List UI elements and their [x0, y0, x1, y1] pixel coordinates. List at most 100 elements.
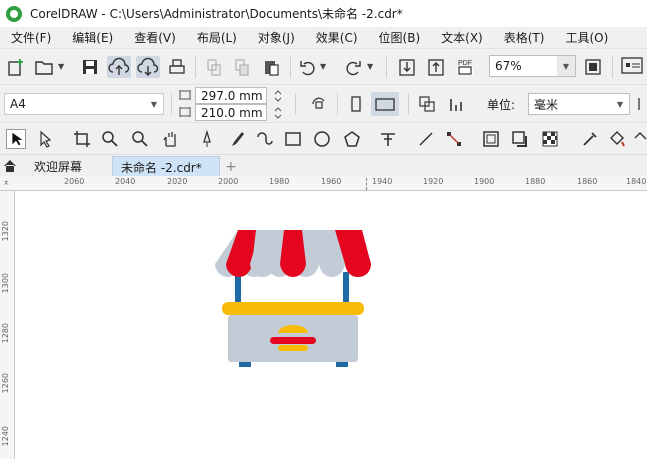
- menu-file[interactable]: 文件(F): [0, 29, 61, 46]
- units-select[interactable]: 毫米 ▼: [528, 93, 630, 115]
- menu-bitmaps[interactable]: 位图(B): [368, 29, 431, 46]
- paste-icon[interactable]: [261, 57, 281, 77]
- add-tab-button[interactable]: +: [222, 156, 242, 177]
- pdf-label: PDF: [458, 60, 472, 67]
- nudge-icon[interactable]: [637, 94, 647, 114]
- new-doc-icon[interactable]: [6, 57, 26, 77]
- cloud-download-icon[interactable]: [136, 56, 160, 78]
- food-stall-illustration[interactable]: [16, 192, 647, 459]
- portrait-icon[interactable]: [346, 94, 366, 114]
- zoom-level-value: 67%: [495, 59, 522, 73]
- menu-layout[interactable]: 布局(L): [186, 29, 247, 46]
- width-spinner-icon[interactable]: [268, 88, 290, 103]
- awning: [215, 230, 371, 277]
- ruler-h-label: 1900: [474, 177, 495, 186]
- tab-document[interactable]: 未命名 -2.cdr*: [112, 156, 220, 177]
- artistic-media-icon[interactable]: [226, 129, 246, 149]
- left-leg: [239, 362, 251, 367]
- ruler-h-label: 1920: [423, 177, 444, 186]
- property-bar: A4 ▼ 297.0 mm 210.0 mm 单位: 毫米 ▼: [0, 84, 647, 122]
- menu-table[interactable]: 表格(T): [493, 29, 555, 46]
- pan-tool-icon[interactable]: [160, 129, 180, 149]
- chevron-down-icon[interactable]: ▼: [145, 94, 163, 114]
- toolbox: [0, 122, 647, 154]
- tab-document-label: 未命名 -2.cdr*: [121, 160, 202, 175]
- page-size-select[interactable]: A4 ▼: [4, 93, 164, 115]
- ruler-h-label: 1860: [577, 177, 598, 186]
- undo-icon[interactable]: [298, 57, 318, 77]
- zoom-tool-icon[interactable]: [100, 129, 120, 149]
- spiral-tool-icon[interactable]: [254, 129, 274, 149]
- ruler-v-label: 1320: [1, 221, 10, 242]
- ruler-h-label: 1980: [269, 177, 290, 186]
- transparency-tool-icon[interactable]: [510, 129, 530, 149]
- checker-pattern-icon[interactable]: [540, 129, 560, 149]
- counter-top: [222, 302, 364, 315]
- eyedropper-tool-icon[interactable]: [580, 129, 600, 149]
- zoom-level-select[interactable]: 67% ▼: [489, 55, 576, 77]
- zoom-fit-icon[interactable]: [583, 57, 603, 77]
- coreldraw-logo-icon: [6, 5, 22, 22]
- rectangle-tool-icon[interactable]: [283, 129, 303, 149]
- open-icon[interactable]: [34, 57, 54, 77]
- ruler-unit: ㅊ: [3, 179, 10, 187]
- save-icon[interactable]: [80, 57, 100, 77]
- height-spinner-icon[interactable]: [268, 105, 290, 120]
- pdf-icon[interactable]: PDF: [455, 56, 475, 76]
- shape-tool-icon[interactable]: [36, 129, 56, 149]
- open-dropdown-icon[interactable]: ▼: [58, 62, 64, 71]
- document-tabs: 欢迎屏幕 未命名 -2.cdr* +: [0, 154, 647, 177]
- page-height-input[interactable]: 210.0 mm: [195, 104, 267, 121]
- page-height-value: 210.0 mm: [201, 105, 263, 120]
- parallel-dimension-icon[interactable]: [416, 129, 436, 149]
- ellipse-tool-icon[interactable]: [312, 129, 332, 149]
- menu-text[interactable]: 文本(X): [430, 29, 493, 46]
- menu-edit[interactable]: 编辑(E): [61, 29, 123, 46]
- ruler-h-label: 1940: [372, 177, 393, 186]
- tab-welcome[interactable]: 欢迎屏幕: [26, 156, 90, 177]
- copy-icon[interactable]: [232, 57, 252, 77]
- ruler-h-label: 2020: [167, 177, 188, 186]
- page-orientation-icon[interactable]: [309, 94, 329, 114]
- pick-tool-icon[interactable]: [6, 129, 26, 149]
- redo-dropdown-icon[interactable]: ▼: [367, 62, 373, 71]
- landscape-icon[interactable]: [371, 92, 399, 116]
- text-tool-icon[interactable]: [378, 129, 398, 149]
- options-icon[interactable]: [620, 56, 644, 76]
- shadow-tool-icon[interactable]: [481, 129, 501, 149]
- freehand-tool-icon[interactable]: [197, 129, 217, 149]
- page-width-input[interactable]: 297.0 mm: [195, 87, 267, 104]
- drawing-canvas[interactable]: [16, 192, 647, 459]
- all-pages-icon[interactable]: [417, 94, 437, 114]
- ruler-v-label: 1260: [1, 373, 10, 394]
- menu-bar: 文件(F) 编辑(E) 查看(V) 布局(L) 对象(J) 效果(C) 位图(B…: [0, 27, 647, 48]
- page-height-icon: [177, 105, 193, 119]
- ruler-v-label: 1240: [1, 426, 10, 447]
- chevron-down-icon[interactable]: ▼: [557, 56, 575, 76]
- search-icon[interactable]: [130, 129, 150, 149]
- redo-icon[interactable]: [343, 57, 363, 77]
- window-title: CorelDRAW - C:\Users\Administrator\Docum…: [30, 7, 403, 21]
- ruler-h-label: 1960: [321, 177, 342, 186]
- outline-fill-icon[interactable]: [632, 129, 647, 149]
- fill-tool-icon[interactable]: [607, 129, 627, 149]
- page-width-value: 297.0 mm: [201, 88, 263, 103]
- print-icon[interactable]: [167, 57, 187, 77]
- menu-effects[interactable]: 效果(C): [305, 29, 368, 46]
- menu-view[interactable]: 查看(V): [123, 29, 186, 46]
- current-page-icon[interactable]: [447, 94, 467, 114]
- menu-object[interactable]: 对象(J): [247, 29, 305, 46]
- tab-welcome-label: 欢迎屏幕: [34, 160, 83, 174]
- chevron-down-icon[interactable]: ▼: [611, 94, 629, 114]
- export-icon[interactable]: [426, 57, 446, 77]
- import-icon[interactable]: [397, 57, 417, 77]
- menu-tools[interactable]: 工具(O): [554, 29, 618, 46]
- home-icon[interactable]: [2, 158, 18, 174]
- ruler-h-label: 2000: [218, 177, 239, 186]
- cloud-upload-icon[interactable]: [107, 56, 131, 78]
- crop-tool-icon[interactable]: [72, 129, 92, 149]
- cut-icon[interactable]: [204, 57, 224, 77]
- undo-dropdown-icon[interactable]: ▼: [320, 62, 326, 71]
- polygon-tool-icon[interactable]: [342, 129, 362, 149]
- connector-tool-icon[interactable]: [444, 129, 464, 149]
